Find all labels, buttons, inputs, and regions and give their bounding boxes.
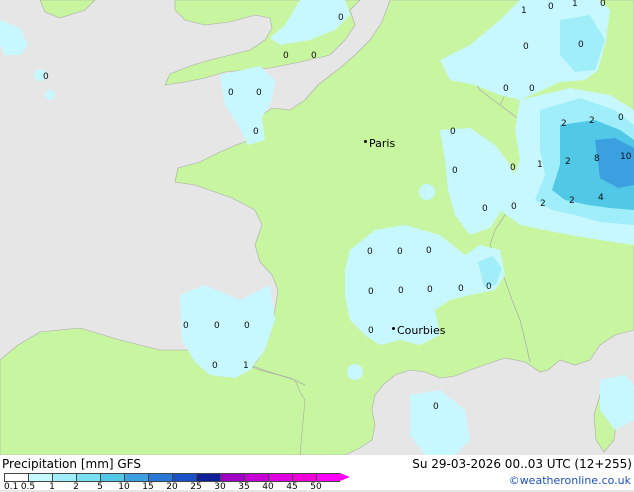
value-label: 0 xyxy=(452,166,458,176)
precipitation-map: 0 0 0 0 1 1 0 0 0 0 0 0 0 0 0 2 2 0 1 2 … xyxy=(0,0,634,455)
city-name: Paris xyxy=(369,137,396,150)
value-label: 0 xyxy=(486,282,492,292)
value-label: 0 xyxy=(529,84,535,94)
legend-swatch xyxy=(196,473,220,482)
legend-arrow xyxy=(340,473,350,481)
map-canvas xyxy=(0,0,634,455)
value-label: 0 xyxy=(256,88,262,98)
city-label-paris: Paris xyxy=(364,138,395,149)
legend-swatch xyxy=(52,473,76,482)
value-label: 1 xyxy=(572,0,578,9)
value-label: 0 xyxy=(311,51,317,61)
value-label: 0 xyxy=(183,321,189,331)
value-label: 1 xyxy=(243,361,249,371)
legend-swatch xyxy=(172,473,196,482)
value-label: 10 xyxy=(620,152,632,162)
value-label: 0 xyxy=(427,285,433,295)
legend-swatch xyxy=(100,473,124,482)
value-label: 2 xyxy=(569,196,575,206)
legend-color-scale xyxy=(4,473,350,482)
map-title: Precipitation [mm] GFS xyxy=(2,457,141,471)
legend-swatch xyxy=(316,473,340,482)
value-label: 0 xyxy=(426,246,432,256)
value-label: 2 xyxy=(589,116,595,126)
legend-swatch xyxy=(244,473,268,482)
legend-swatch xyxy=(292,473,316,482)
legend-swatch xyxy=(76,473,100,482)
legend-swatch xyxy=(124,473,148,482)
map-footer: Precipitation [mm] GFS Su 29-03-2026 00.… xyxy=(0,455,634,492)
value-label: 0 xyxy=(397,247,403,257)
city-marker xyxy=(364,140,367,143)
value-label: 1 xyxy=(537,160,543,170)
value-label: 0 xyxy=(398,286,404,296)
value-label: 0 xyxy=(212,361,218,371)
value-label: 0 xyxy=(214,321,220,331)
value-label: 0 xyxy=(368,287,374,297)
value-label: 4 xyxy=(598,193,604,203)
value-label: 0 xyxy=(43,72,49,82)
value-label: 0 xyxy=(338,13,344,23)
value-label: 0 xyxy=(450,127,456,137)
value-label: 0 xyxy=(368,326,374,336)
value-label: 2 xyxy=(540,199,546,209)
city-label-courbies: Courbies xyxy=(392,325,445,336)
legend-swatch xyxy=(28,473,52,482)
value-label: 0 xyxy=(228,88,234,98)
legend-swatch xyxy=(268,473,292,482)
value-label: 0 xyxy=(548,2,554,12)
value-label: 0 xyxy=(578,40,584,50)
value-label: 0 xyxy=(433,402,439,412)
city-marker xyxy=(392,327,395,330)
value-label: 0 xyxy=(600,0,606,9)
value-label: 0 xyxy=(244,321,250,331)
value-label: 0 xyxy=(503,84,509,94)
value-label: 0 xyxy=(458,284,464,294)
value-label: 8 xyxy=(594,154,600,164)
value-label: 0 xyxy=(482,204,488,214)
credit-link[interactable]: ©weatheronline.co.uk xyxy=(509,474,631,487)
forecast-date: Su 29-03-2026 00..03 UTC (12+255) xyxy=(412,457,632,471)
legend-swatch xyxy=(148,473,172,482)
value-label: 0 xyxy=(367,247,373,257)
value-label: 2 xyxy=(561,119,567,129)
legend-swatch xyxy=(220,473,244,482)
city-name: Courbies xyxy=(397,324,446,337)
value-label: 0 xyxy=(253,127,259,137)
value-label: 0 xyxy=(283,51,289,61)
value-label: 1 xyxy=(521,6,527,16)
value-label: 0 xyxy=(511,202,517,212)
legend-swatch xyxy=(4,473,28,482)
value-label: 0 xyxy=(510,163,516,173)
value-label: 2 xyxy=(565,157,571,167)
value-label: 0 xyxy=(523,42,529,52)
value-label: 0 xyxy=(618,113,624,123)
